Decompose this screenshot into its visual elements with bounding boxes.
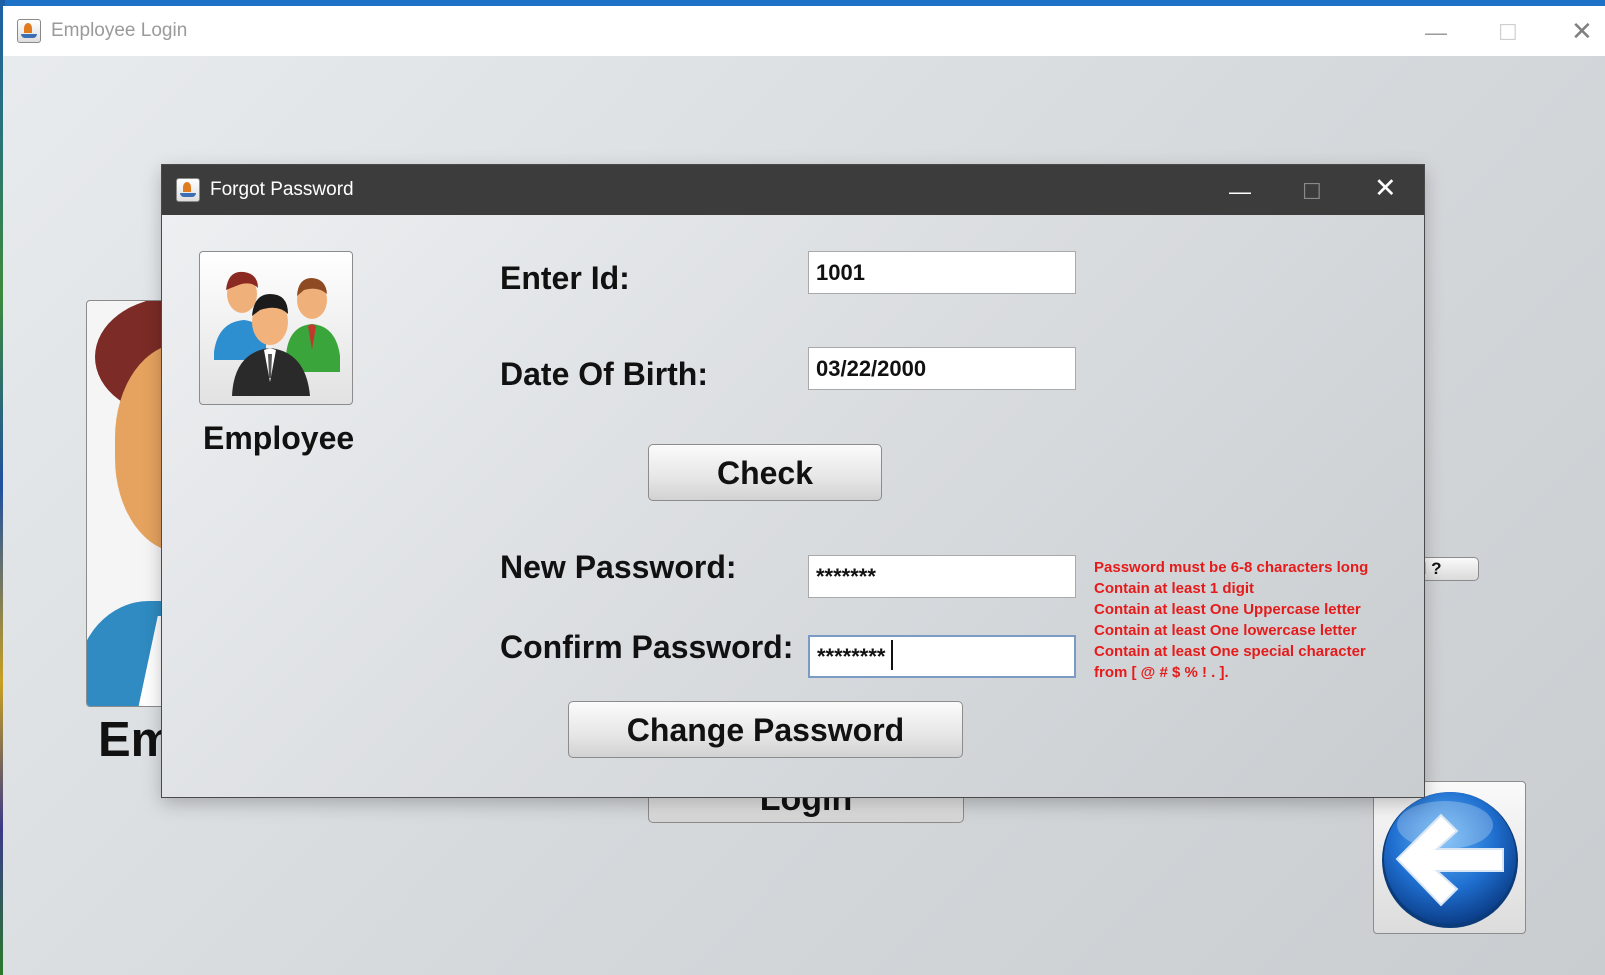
java-app-icon <box>17 19 41 43</box>
main-close-button[interactable]: ✕ <box>1571 18 1593 44</box>
text-caret <box>891 640 893 670</box>
main-maximize-button[interactable]: ☐ <box>1498 22 1518 44</box>
enter-id-label: Enter Id: <box>500 260 630 296</box>
dialog-title: Forgot Password <box>210 179 354 200</box>
new-password-input[interactable] <box>808 555 1076 598</box>
password-rule: Contain at least 1 digit <box>1094 580 1255 597</box>
employee-label: Employee <box>203 420 355 456</box>
change-password-button[interactable]: Change Password <box>568 701 963 758</box>
dialog-maximize-button[interactable]: ☐ <box>1302 181 1322 203</box>
password-rule: from [ @ # $ % ! . ]. <box>1094 664 1229 681</box>
java-app-icon <box>176 178 200 202</box>
employee-group-icon <box>214 271 340 396</box>
main-titlebar: Employee Login — ☐ ✕ <box>3 6 1605 56</box>
check-button[interactable]: Check <box>648 444 882 501</box>
main-window-title: Employee Login <box>51 20 188 41</box>
confirm-password-input[interactable] <box>808 635 1076 678</box>
date-of-birth-label: Date Of Birth: <box>500 356 708 392</box>
confirm-password-label: Confirm Password: <box>500 629 794 665</box>
password-rule: Contain at least One Uppercase letter <box>1094 601 1361 618</box>
forgot-password-dialog: Forgot Password — ☐ ✕ Employee Enter Id:… <box>162 165 1424 797</box>
dialog-titlebar: Forgot Password — ☐ ✕ <box>162 165 1424 215</box>
dialog-minimize-button[interactable]: — <box>1229 181 1251 203</box>
password-rule: Contain at least One lowercase letter <box>1094 622 1357 639</box>
password-rule: Password must be 6-8 characters long <box>1094 559 1369 576</box>
date-of-birth-input[interactable] <box>808 347 1076 390</box>
dialog-close-button[interactable]: ✕ <box>1374 175 1397 202</box>
employee-avatar <box>199 251 353 405</box>
new-password-label: New Password: <box>500 549 737 585</box>
password-rule: Contain at least One special character <box>1094 643 1366 660</box>
back-arrow-icon <box>1382 792 1518 928</box>
password-rules: Password must be 6-8 characters long Con… <box>1094 557 1414 683</box>
employee-id-input[interactable] <box>808 251 1076 294</box>
main-minimize-button[interactable]: — <box>1425 22 1447 44</box>
back-button[interactable] <box>1373 781 1526 934</box>
